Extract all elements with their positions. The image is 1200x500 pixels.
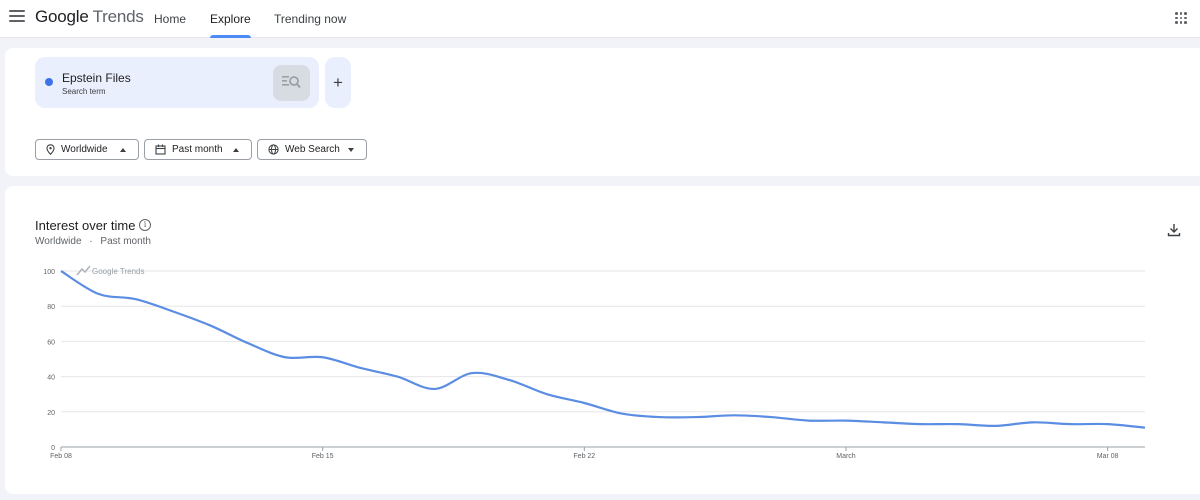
logo-product: Trends — [92, 7, 144, 26]
location-pin-icon — [46, 144, 55, 155]
caret-up-icon — [120, 147, 126, 152]
term-search-button[interactable] — [273, 65, 310, 101]
property-filter[interactable]: Web Search — [257, 139, 367, 160]
menu-icon[interactable] — [9, 10, 25, 24]
interest-over-time-card: Interest over time i Worldwide · Past mo… — [5, 186, 1200, 494]
x-tick-label: Feb 22 — [573, 453, 595, 460]
y-tick-label: 20 — [47, 410, 55, 417]
location-filter[interactable]: Worldwide — [35, 139, 139, 160]
nav-trending-now[interactable]: Trending now — [274, 0, 346, 38]
caret-down-icon — [348, 147, 354, 152]
line-chart: 0 20 40 60 80 100 Feb 08 Feb 15 Feb 22 March Mar 0… — [43, 265, 1146, 460]
globe-icon — [268, 144, 279, 155]
google-trends-watermark: Google Trends — [92, 267, 144, 276]
logo-brand: Google — [35, 7, 89, 26]
x-tick-label: March — [836, 453, 856, 460]
nav-home[interactable]: Home — [154, 0, 186, 38]
term-color-dot — [45, 78, 53, 86]
top-app-bar: Google Trends Home Explore Trending now — [0, 0, 1200, 38]
google-trends-logo[interactable]: Google Trends — [35, 7, 144, 27]
calendar-icon — [155, 144, 166, 155]
add-comparison-button[interactable]: + — [325, 57, 351, 108]
search-card: Epstein Files Search term + Worldwide Pa… — [5, 48, 1200, 176]
x-tick-label: Feb 08 — [50, 453, 72, 460]
x-tick-label: Feb 15 — [312, 453, 334, 460]
time-range-filter-label: Past month — [172, 144, 223, 155]
y-tick-label: 0 — [51, 445, 55, 452]
search-list-icon — [282, 76, 301, 89]
caret-up-icon — [233, 147, 239, 152]
y-tick-label: 80 — [47, 304, 55, 311]
y-tick-label: 40 — [47, 375, 55, 382]
nav-explore[interactable]: Explore — [210, 0, 251, 38]
y-tick-label: 60 — [47, 339, 55, 346]
search-term-name: Epstein Files — [62, 71, 131, 85]
location-filter-label: Worldwide — [61, 144, 108, 155]
x-tick-label: Mar 08 — [1097, 453, 1119, 460]
search-term-type: Search term — [62, 87, 106, 96]
time-range-filter[interactable]: Past month — [144, 139, 252, 160]
y-tick-label: 100 — [43, 269, 55, 276]
property-filter-label: Web Search — [285, 144, 340, 155]
search-term-chip[interactable]: Epstein Files Search term — [35, 57, 319, 108]
series-line-epstein-files — [60, 270, 1146, 429]
apps-grid-icon[interactable] — [1175, 12, 1187, 24]
